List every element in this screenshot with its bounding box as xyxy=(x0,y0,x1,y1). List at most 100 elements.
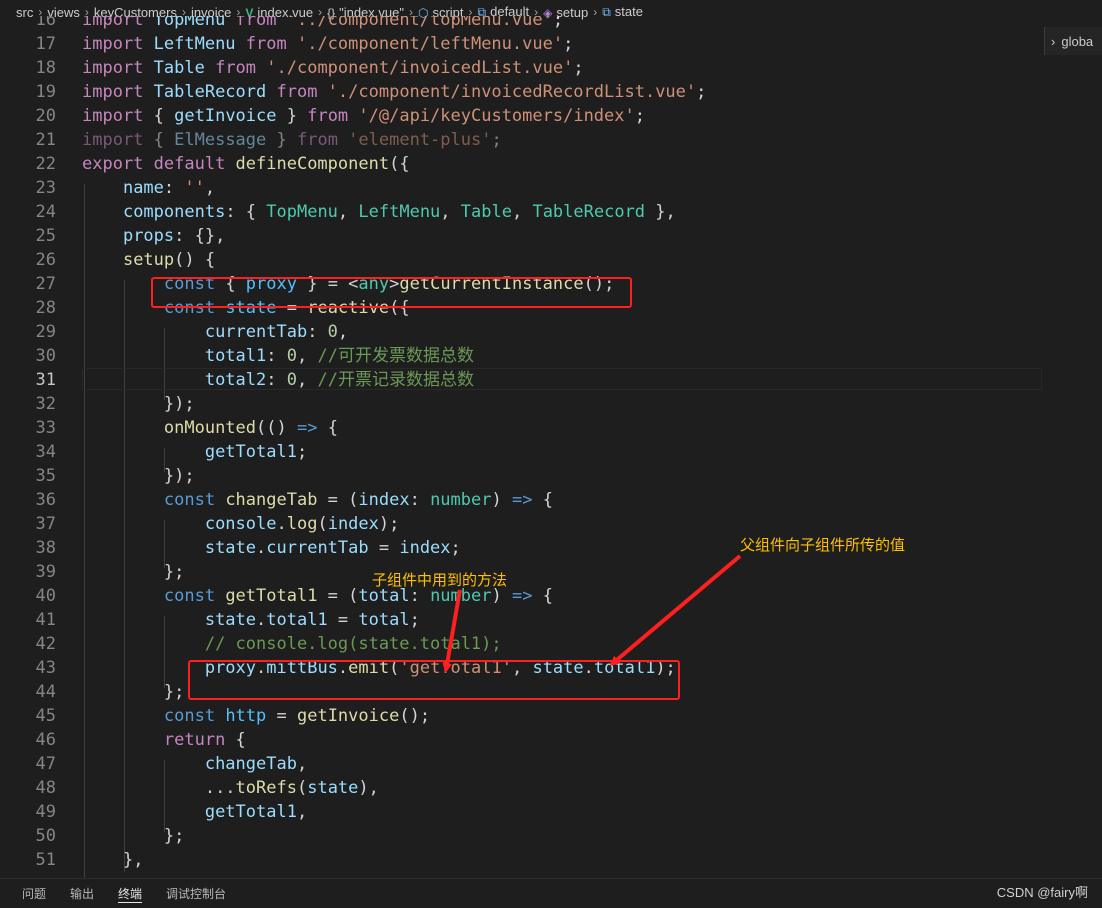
code-token: ( xyxy=(317,514,328,534)
code-line[interactable]: 46 return { xyxy=(0,728,1042,752)
line-number: 33 xyxy=(35,418,56,438)
code-editor[interactable]: 16 import TopMenu from '../component/topM… xyxy=(0,16,1042,878)
code-token: './component/invoicedList.vue' xyxy=(266,58,574,78)
code-line[interactable]: 48 ...toRefs(state), xyxy=(0,776,1042,800)
code-line[interactable]: 20 import { getInvoice } from '/@/api/key… xyxy=(0,104,1042,128)
code-line[interactable]: 32 }); xyxy=(0,392,1042,416)
code-token: . xyxy=(256,538,267,558)
code-line[interactable]: 41 state.total1 = total; xyxy=(0,608,1042,632)
code-text: state.total1 = total; xyxy=(82,608,420,632)
code-token: : xyxy=(266,370,287,390)
code-text: import TableRecord from './component/inv… xyxy=(82,80,706,104)
code-token: 0 xyxy=(327,322,338,342)
code-token: }; xyxy=(163,682,185,702)
code-line[interactable]: 30 total1: 0, //可开发票数据总数 xyxy=(0,344,1042,368)
code-text: export default defineComponent({ xyxy=(82,152,410,176)
code-token: getInvoice xyxy=(296,706,400,726)
code-line[interactable]: 47 changeTab, xyxy=(0,752,1042,776)
code-token: from xyxy=(276,82,328,102)
code-token: }); xyxy=(163,394,195,414)
code-token: //开票记录数据总数 xyxy=(317,370,474,390)
code-token: }, xyxy=(122,850,144,870)
code-token: => xyxy=(296,418,328,438)
line-number: 17 xyxy=(35,34,56,54)
code-line[interactable]: 26 setup() { xyxy=(0,248,1042,272)
code-line[interactable]: 40 const getTotal1 = (total: number) => … xyxy=(0,584,1042,608)
code-token: , xyxy=(511,202,533,222)
code-line[interactable]: 39 }; xyxy=(0,560,1042,584)
code-line[interactable]: 37 console.log(index); xyxy=(0,512,1042,536)
code-line[interactable]: 16 import TopMenu from '../component/topM… xyxy=(0,16,1042,32)
code-line[interactable]: 24 components: { TopMenu, LeftMenu, Tabl… xyxy=(0,200,1042,224)
line-number: 27 xyxy=(35,274,56,294)
code-text: getTotal1; xyxy=(82,440,307,464)
panel-tab[interactable]: 调试控制台 xyxy=(166,885,226,902)
line-number: 31 xyxy=(35,370,56,390)
code-token: changeTab xyxy=(225,490,328,510)
code-line[interactable]: 29 currentTab: 0, xyxy=(0,320,1042,344)
code-line[interactable]: 35 }); xyxy=(0,464,1042,488)
code-line[interactable]: 17 import LeftMenu from './component/left… xyxy=(0,32,1042,56)
panel-tab[interactable]: 终端 xyxy=(118,885,143,903)
code-token: from xyxy=(245,34,297,54)
code-token: TopMenu xyxy=(266,202,338,222)
code-token: ; xyxy=(450,538,461,558)
code-line[interactable]: 23 name: '', xyxy=(0,176,1042,200)
sticky-scroll-header[interactable]: › globa xyxy=(1044,27,1102,55)
code-token: ; xyxy=(491,130,502,150)
code-line[interactable]: 42 // console.log(state.total1); xyxy=(0,632,1042,656)
code-token: ElMessage xyxy=(174,130,277,150)
code-token: index xyxy=(358,490,410,510)
code-token: ; xyxy=(696,82,707,102)
code-line[interactable]: 34 getTotal1; xyxy=(0,440,1042,464)
line-number: 37 xyxy=(35,514,56,534)
code-line[interactable]: 22 export default defineComponent({ xyxy=(0,152,1042,176)
code-line[interactable]: 49 getTotal1, xyxy=(0,800,1042,824)
code-line[interactable]: 31 total2: 0, //开票记录数据总数 xyxy=(0,368,1042,392)
code-text: return { xyxy=(82,728,246,752)
code-text: }, xyxy=(82,848,143,872)
code-token: ; xyxy=(296,442,308,462)
panel-tab[interactable]: 问题 xyxy=(22,885,46,902)
line-number: 35 xyxy=(35,466,56,486)
code-text: currentTab: 0, xyxy=(82,320,348,344)
code-text: getTotal1, xyxy=(82,800,307,824)
code-text: }; xyxy=(82,560,184,584)
code-text: onMounted(() => { xyxy=(82,416,338,440)
code-token: , xyxy=(296,754,308,774)
code-line[interactable]: 18 import Table from './component/invoice… xyxy=(0,56,1042,80)
code-token: ; xyxy=(573,58,584,78)
panel-tab[interactable]: 输出 xyxy=(70,885,94,902)
code-text: name: '', xyxy=(82,176,215,200)
line-number: 45 xyxy=(35,706,56,726)
code-token: const xyxy=(163,490,226,510)
code-token: . xyxy=(276,514,287,534)
code-token: index xyxy=(399,538,451,558)
code-token: import xyxy=(82,34,154,54)
line-number: 44 xyxy=(35,682,56,702)
code-line[interactable]: 51 }, xyxy=(0,848,1042,872)
code-line[interactable]: 33 onMounted(() => { xyxy=(0,416,1042,440)
code-line[interactable]: 21 import { ElMessage } from 'element-plu… xyxy=(0,128,1042,152)
code-token: (); xyxy=(399,706,431,726)
code-token: ... xyxy=(204,778,236,798)
code-text: }; xyxy=(82,680,184,704)
bottom-panel-tabs: 问题 输出 终端 调试控制台 xyxy=(0,878,1102,908)
code-token: }, xyxy=(645,202,676,222)
code-line[interactable]: 19 import TableRecord from './component/i… xyxy=(0,80,1042,104)
code-line[interactable]: 25 props: {}, xyxy=(0,224,1042,248)
code-token: ; xyxy=(634,106,645,126)
code-line[interactable]: 50 }; xyxy=(0,824,1042,848)
code-text: state.currentTab = index; xyxy=(82,536,461,560)
code-token: => xyxy=(511,490,543,510)
code-line[interactable]: 45 const http = getInvoice(); xyxy=(0,704,1042,728)
code-token: components xyxy=(122,202,226,222)
code-text: import { getInvoice } from '/@/api/keyCu… xyxy=(82,104,645,128)
code-token: { xyxy=(542,490,553,510)
code-token: ; xyxy=(409,610,420,630)
code-line[interactable]: 36 const changeTab = (index: number) => … xyxy=(0,488,1042,512)
